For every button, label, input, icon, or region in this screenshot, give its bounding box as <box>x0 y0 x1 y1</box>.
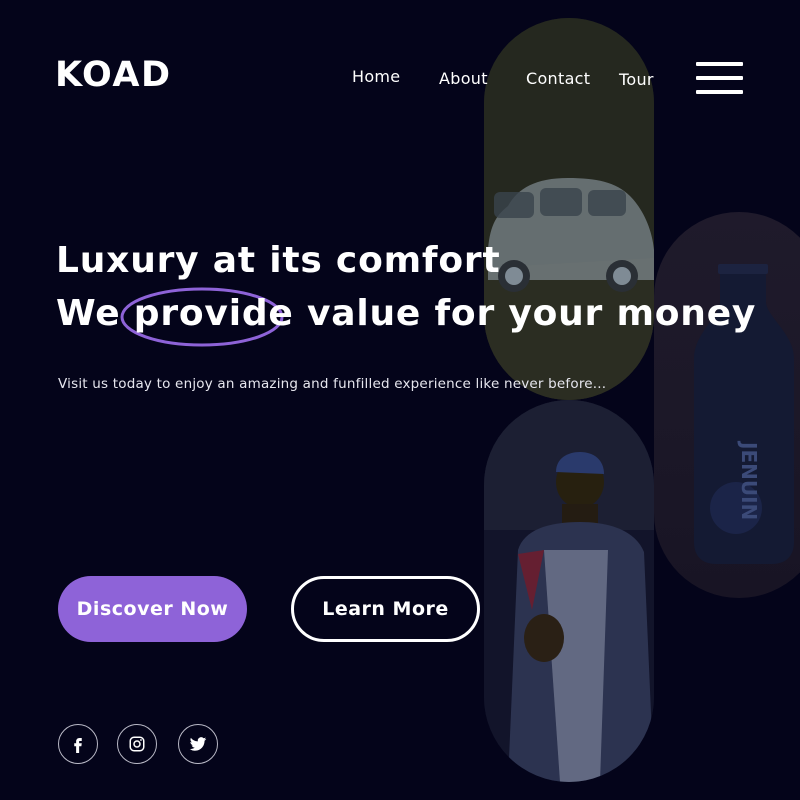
hero-headline-rest: at its comfort <box>199 240 501 281</box>
instagram-icon <box>129 736 145 752</box>
person-illustration <box>484 400 654 782</box>
hero-line2-rest: value for your money <box>293 293 757 334</box>
bottle-image: JENUIN <box>654 212 800 598</box>
hero-headline-strong: Luxury <box>56 240 200 281</box>
nav-link-tour[interactable]: Tour <box>619 70 654 89</box>
facebook-button[interactable] <box>58 724 98 764</box>
bottle-illustration: JENUIN <box>694 264 794 564</box>
nav-link-contact[interactable]: Contact <box>526 69 590 88</box>
hero-headline-line1: Luxury at its comfort <box>56 240 500 281</box>
twitter-button[interactable] <box>178 724 218 764</box>
hamburger-bar <box>696 62 743 66</box>
twitter-icon <box>189 737 207 751</box>
facebook-icon <box>74 738 82 753</box>
hero-headline-line2: We provide value for your money <box>56 293 756 334</box>
hero-line2-prefix: We <box>56 293 134 334</box>
nav-link-home[interactable]: Home <box>352 67 400 86</box>
nav-link-about[interactable]: About <box>439 69 488 88</box>
instagram-button[interactable] <box>117 724 157 764</box>
person-image <box>484 400 654 782</box>
brand-logo[interactable]: KOAD <box>55 55 172 95</box>
hero-highlight-word: provide <box>133 293 294 334</box>
discover-now-button[interactable]: Discover Now <box>58 576 247 642</box>
landing-page: JENUIN KOAD Home About Contact Tour Luxu… <box>0 0 800 800</box>
hamburger-bar <box>696 90 743 94</box>
hero-subtitle: Visit us today to enjoy an amazing and f… <box>58 376 607 392</box>
hamburger-icon[interactable] <box>696 62 743 96</box>
learn-more-button[interactable]: Learn More <box>291 576 480 642</box>
hamburger-bar <box>696 76 743 80</box>
bottle-label: JENUIN <box>737 440 761 520</box>
